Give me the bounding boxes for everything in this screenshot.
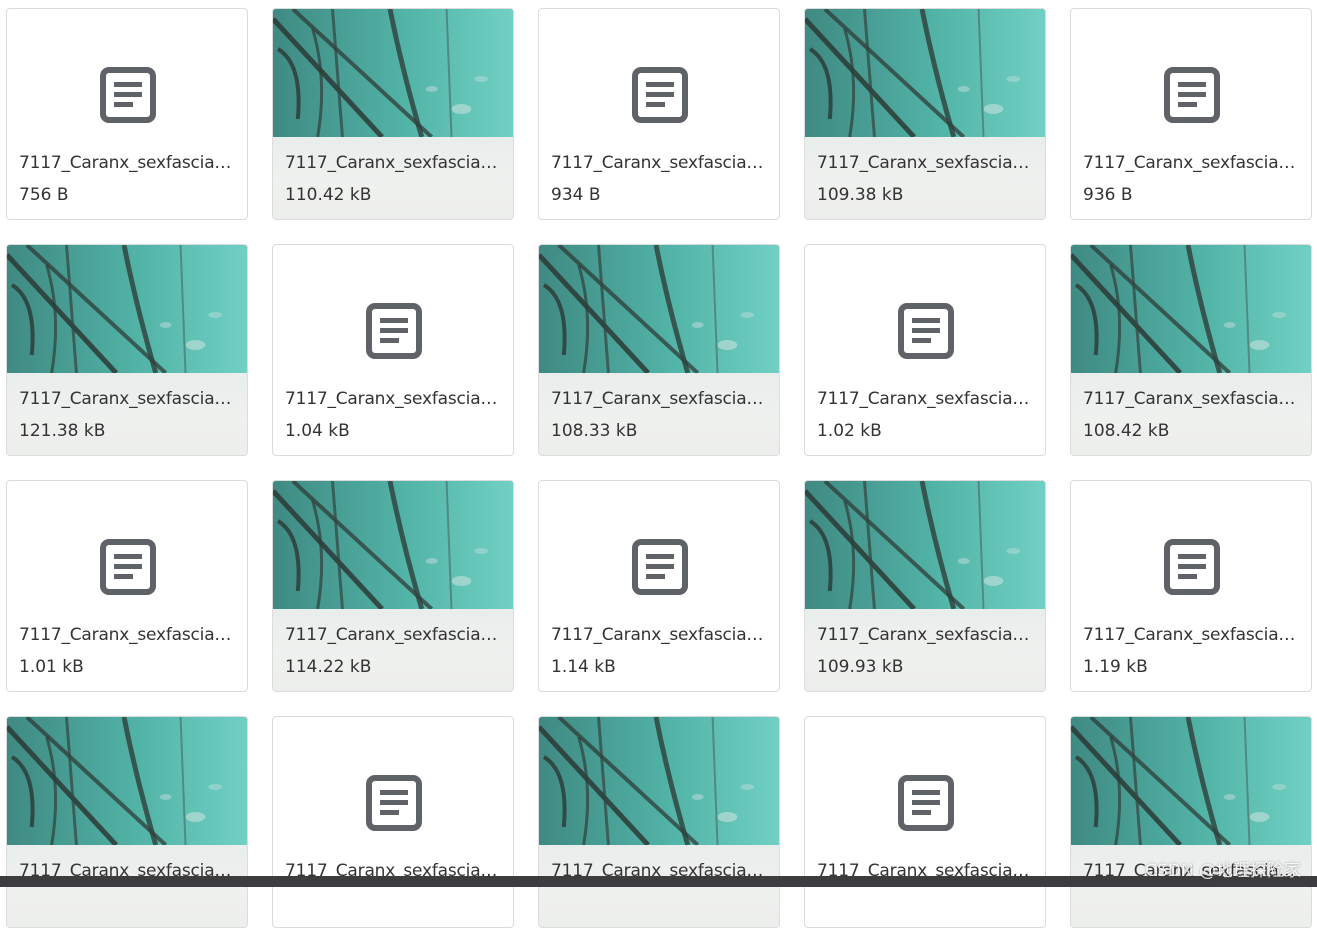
file-size: 121.38 kB — [19, 421, 106, 441]
file-card-document[interactable]: 7117_Caranx_sexfasciat... 1.14 kB — [538, 480, 780, 692]
file-size: 756 B — [19, 185, 69, 205]
file-name: 7117_Caranx_sexfasciat... — [285, 389, 501, 409]
document-icon — [632, 67, 688, 123]
file-name: 7117_Caranx_sexfasciat... — [551, 625, 767, 645]
document-icon — [1164, 67, 1220, 123]
file-size: 108.42 kB — [1083, 421, 1170, 441]
file-card-image[interactable]: 7117_Caranx_sexfasciat... — [6, 716, 248, 928]
file-info: 7117_Caranx_sexfasciat... 114.22 kB — [273, 609, 513, 691]
file-info: 7117_Caranx_sexfasciat... 1.04 kB — [273, 373, 513, 455]
file-card-document[interactable]: 7117_Caranx_sexfasciat... 1.19 kB — [1070, 480, 1312, 692]
file-grid: 7117_Caranx_sexfasciat... 756 B 7117_Car… — [6, 8, 1312, 928]
file-name: 7117_Caranx_sexfasciat... — [1083, 153, 1299, 173]
file-card-document[interactable]: 7117_Caranx_sexfasciat... 1.01 kB — [6, 480, 248, 692]
file-card-document[interactable]: 7117_Caranx_sexfasciat... — [804, 716, 1046, 928]
underwater-photo-thumbnail — [273, 481, 513, 609]
file-name: 7117_Caranx_sexfasciat... — [19, 153, 235, 173]
file-card-document[interactable]: 7117_Caranx_sexfasciat... 934 B — [538, 8, 780, 220]
file-card-image[interactable]: 7117_Caranx_sexfasciat... — [1070, 716, 1312, 928]
file-size: 1.02 kB — [817, 421, 882, 441]
file-name: 7117_Caranx_sexfasciat... — [1083, 625, 1299, 645]
file-card-document[interactable]: 7117_Caranx_sexfasciat... 1.04 kB — [272, 244, 514, 456]
file-name: 7117_Caranx_sexfasciat... — [19, 389, 235, 409]
file-card-image[interactable]: 7117_Caranx_sexfasciat... 121.38 kB — [6, 244, 248, 456]
file-card-image[interactable]: 7117_Caranx_sexfasciat... 109.93 kB — [804, 480, 1046, 692]
file-card-image[interactable]: 7117_Caranx_sexfasciat... 109.38 kB — [804, 8, 1046, 220]
file-name: 7117_Caranx_sexfasciat... — [1083, 389, 1299, 409]
document-icon — [898, 303, 954, 359]
file-info: 7117_Caranx_sexfasciat... 936 B — [1071, 137, 1311, 219]
underwater-photo-thumbnail — [7, 245, 247, 373]
file-name: 7117_Caranx_sexfasciat... — [19, 625, 235, 645]
file-size: 109.93 kB — [817, 657, 904, 677]
document-icon — [632, 539, 688, 595]
file-info: 7117_Caranx_sexfasciat... 1.02 kB — [805, 373, 1045, 455]
file-name: 7117_Caranx_sexfasciat... — [817, 389, 1033, 409]
file-info: 7117_Caranx_sexfasciat... 756 B — [7, 137, 247, 219]
file-size: 108.33 kB — [551, 421, 638, 441]
document-icon — [100, 539, 156, 595]
file-card-document[interactable]: 7117_Caranx_sexfasciat... 1.02 kB — [804, 244, 1046, 456]
file-info: 7117_Caranx_sexfasciat... 121.38 kB — [7, 373, 247, 455]
file-name: 7117_Caranx_sexfasciat... — [817, 625, 1033, 645]
file-card-image[interactable]: 7117_Caranx_sexfasciat... 110.42 kB — [272, 8, 514, 220]
bottom-bar — [0, 876, 1317, 887]
file-size: 1.01 kB — [19, 657, 84, 677]
document-icon — [100, 67, 156, 123]
file-info: 7117_Caranx_sexfasciat... 109.38 kB — [805, 137, 1045, 219]
file-info: 7117_Caranx_sexfasciat... 1.19 kB — [1071, 609, 1311, 691]
document-icon — [366, 303, 422, 359]
underwater-photo-thumbnail — [805, 481, 1045, 609]
file-size: 114.22 kB — [285, 657, 372, 677]
watermark: CSDN @地理探险家 — [1145, 861, 1301, 881]
document-icon — [898, 775, 954, 831]
file-size: 1.14 kB — [551, 657, 616, 677]
file-card-image[interactable]: 7117_Caranx_sexfasciat... 114.22 kB — [272, 480, 514, 692]
file-card-image[interactable]: 7117_Caranx_sexfasciat... 108.42 kB — [1070, 244, 1312, 456]
underwater-photo-thumbnail — [539, 245, 779, 373]
file-card-image[interactable]: 7117_Caranx_sexfasciat... — [538, 716, 780, 928]
underwater-photo-thumbnail — [7, 717, 247, 845]
underwater-photo-thumbnail — [805, 9, 1045, 137]
underwater-photo-thumbnail — [1071, 245, 1311, 373]
file-info: 7117_Caranx_sexfasciat... 1.14 kB — [539, 609, 779, 691]
file-size: 110.42 kB — [285, 185, 372, 205]
file-info: 7117_Caranx_sexfasciat... 934 B — [539, 137, 779, 219]
file-size: 936 B — [1083, 185, 1133, 205]
underwater-photo-thumbnail — [539, 717, 779, 845]
file-card-image[interactable]: 7117_Caranx_sexfasciat... 108.33 kB — [538, 244, 780, 456]
file-info: 7117_Caranx_sexfasciat... 108.42 kB — [1071, 373, 1311, 455]
file-card-document[interactable]: 7117_Caranx_sexfasciat... 936 B — [1070, 8, 1312, 220]
document-icon — [1164, 539, 1220, 595]
file-name: 7117_Caranx_sexfasciat... — [551, 389, 767, 409]
file-info: 7117_Caranx_sexfasciat... 109.93 kB — [805, 609, 1045, 691]
underwater-photo-thumbnail — [273, 9, 513, 137]
file-size: 109.38 kB — [817, 185, 904, 205]
file-info: 7117_Caranx_sexfasciat... 108.33 kB — [539, 373, 779, 455]
file-info: 7117_Caranx_sexfasciat... 110.42 kB — [273, 137, 513, 219]
file-info: 7117_Caranx_sexfasciat... 1.01 kB — [7, 609, 247, 691]
file-card-document[interactable]: 7117_Caranx_sexfasciat... 756 B — [6, 8, 248, 220]
underwater-photo-thumbnail — [1071, 717, 1311, 845]
file-name: 7117_Caranx_sexfasciat... — [285, 153, 501, 173]
file-size: 1.19 kB — [1083, 657, 1148, 677]
file-name: 7117_Caranx_sexfasciat... — [817, 153, 1033, 173]
file-card-document[interactable]: 7117_Caranx_sexfasciat... — [272, 716, 514, 928]
file-name: 7117_Caranx_sexfasciat... — [551, 153, 767, 173]
file-size: 934 B — [551, 185, 601, 205]
document-icon — [366, 775, 422, 831]
file-name: 7117_Caranx_sexfasciat... — [285, 625, 501, 645]
file-size: 1.04 kB — [285, 421, 350, 441]
